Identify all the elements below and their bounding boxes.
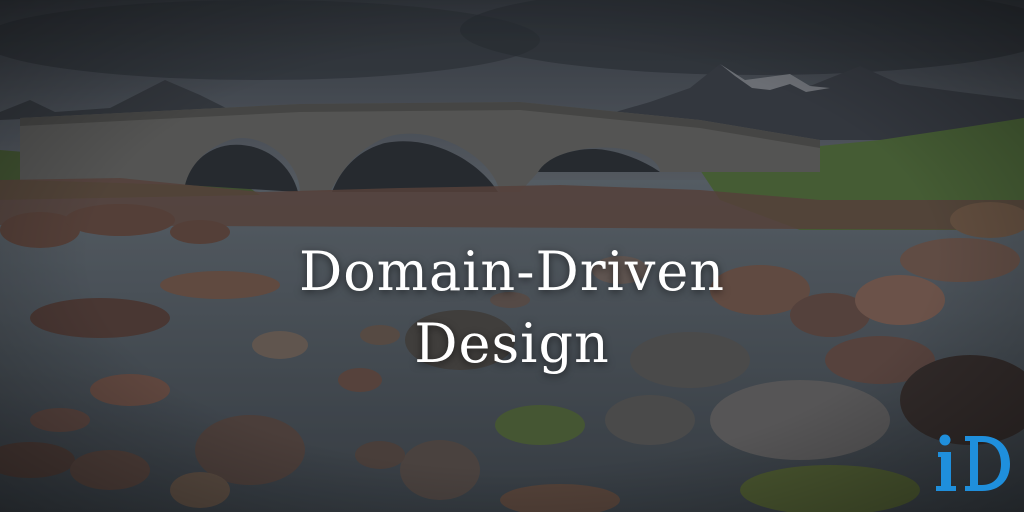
page-title: Domain-Driven Design <box>0 236 1024 380</box>
brand-logo-icon <box>932 428 1014 498</box>
title-line-2: Design <box>414 312 610 376</box>
title-line-1: Domain-Driven <box>298 240 726 304</box>
hero-banner: Domain-Driven Design <box>0 0 1024 512</box>
